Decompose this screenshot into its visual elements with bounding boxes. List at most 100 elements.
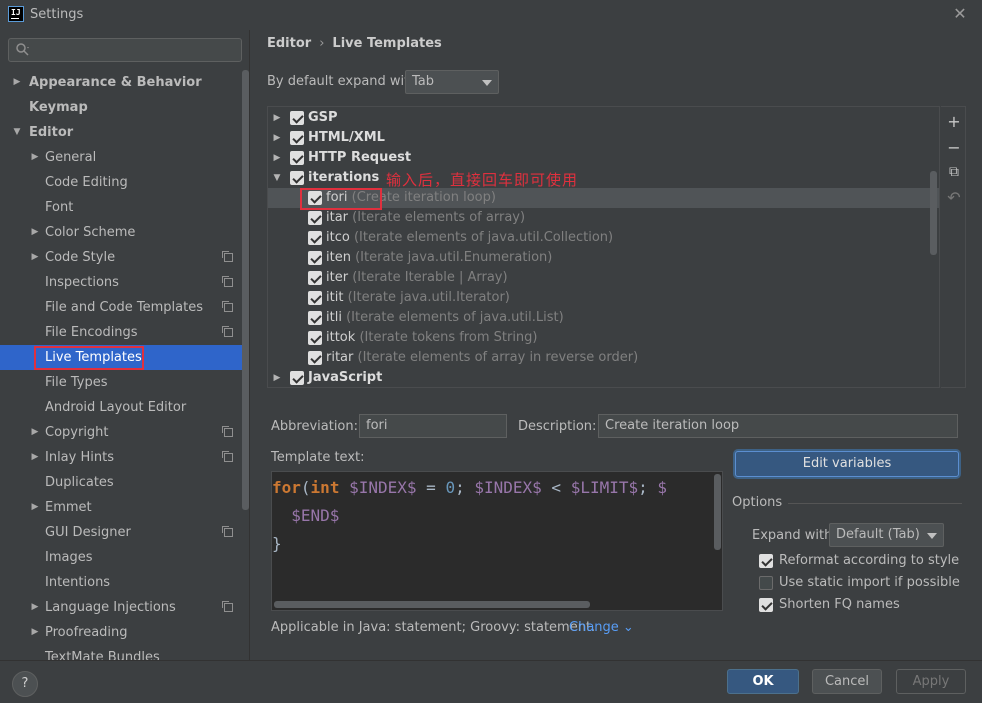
template-item-ittok[interactable]: ittok (Iterate tokens from String)	[268, 328, 939, 348]
checkbox-icon[interactable]	[308, 251, 322, 265]
sidebar-item-editor[interactable]: ▼ Editor	[0, 120, 249, 145]
template-name: GSP	[308, 110, 338, 125]
chevron-right-icon[interactable]: ▶	[30, 245, 40, 270]
checkbox-icon[interactable]	[290, 151, 304, 165]
template-group-iterations[interactable]: ▼ iterations	[268, 168, 939, 188]
sidebar-item-emmet[interactable]: ▶ Emmet	[0, 495, 249, 520]
breadcrumb-parent[interactable]: Editor	[267, 36, 311, 51]
checkbox-icon[interactable]	[308, 271, 322, 285]
checkbox-icon[interactable]	[308, 351, 322, 365]
change-context-link[interactable]: Change ⌄	[569, 620, 634, 635]
sidebar-item-duplicates[interactable]: Duplicates	[0, 470, 249, 495]
search-input[interactable]	[8, 38, 242, 62]
expand-default-dropdown[interactable]: Tab	[405, 70, 499, 94]
chevron-right-icon[interactable]: ▶	[30, 220, 40, 245]
sidebar-item-file-and-code-templates[interactable]: File and Code Templates	[0, 295, 249, 320]
close-button[interactable]: ✕	[950, 4, 970, 24]
chevron-right-icon[interactable]: ▶	[30, 620, 40, 645]
chevron-right-icon[interactable]: ▶	[30, 595, 40, 620]
checkbox-icon[interactable]	[290, 171, 304, 185]
chevron-down-icon[interactable]: ▼	[12, 120, 22, 145]
chevron-right-icon[interactable]: ▶	[30, 495, 40, 520]
abbreviation-field[interactable]: fori	[359, 414, 507, 438]
sidebar-item-intentions[interactable]: Intentions	[0, 570, 249, 595]
template-item-ritar[interactable]: ritar (Iterate elements of array in reve…	[268, 348, 939, 368]
checkbox-icon[interactable]	[290, 111, 304, 125]
chevron-right-icon[interactable]: ▶	[272, 108, 282, 128]
chevron-right-icon[interactable]: ▶	[272, 368, 282, 387]
sidebar-item-label: Editor	[29, 125, 74, 140]
checkbox-icon[interactable]	[308, 331, 322, 345]
sidebar-item-label: File and Code Templates	[45, 300, 203, 315]
checkbox-icon[interactable]	[759, 576, 773, 590]
checkbox-icon[interactable]	[308, 311, 322, 325]
sidebar-item-general[interactable]: ▶ General	[0, 145, 249, 170]
editor-horizontal-scrollbar[interactable]	[274, 601, 590, 608]
sidebar-item-keymap[interactable]: Keymap	[0, 95, 249, 120]
sidebar-item-language-injections[interactable]: ▶ Language Injections	[0, 595, 249, 620]
template-item-itar[interactable]: itar (Iterate elements of array)	[268, 208, 939, 228]
sidebar-scrollbar[interactable]	[242, 70, 249, 510]
sidebar-item-android-layout-editor[interactable]: Android Layout Editor	[0, 395, 249, 420]
editor-vertical-scrollbar[interactable]	[714, 474, 721, 550]
template-group-javascript[interactable]: ▶ JavaScript	[268, 368, 939, 387]
sidebar-item-inlay-hints[interactable]: ▶ Inlay Hints	[0, 445, 249, 470]
chevron-right-icon[interactable]: ▶	[30, 420, 40, 445]
checkbox-icon[interactable]	[759, 554, 773, 568]
chevron-right-icon[interactable]: ▶	[30, 445, 40, 470]
edit-variables-button[interactable]: Edit variables	[735, 451, 959, 477]
template-item-iter[interactable]: iter (Iterate Iterable | Array)	[268, 268, 939, 288]
ok-button[interactable]: OK	[727, 669, 799, 694]
sidebar-item-code-editing[interactable]: Code Editing	[0, 170, 249, 195]
checkbox-icon[interactable]	[308, 211, 322, 225]
checkbox-icon[interactable]	[290, 131, 304, 145]
copy-icon[interactable]: ⧉	[945, 163, 963, 181]
window-title: Settings	[30, 7, 84, 22]
add-icon[interactable]: +	[945, 113, 963, 131]
expand-with-value: Default (Tab)	[836, 527, 920, 542]
project-level-icon	[222, 526, 233, 537]
template-text-editor[interactable]: for(int $INDEX$ = 0; $INDEX$ < $LIMIT$; …	[271, 471, 723, 611]
restore-icon[interactable]: ↶	[945, 189, 963, 207]
template-description: (Iterate elements of java.util.List)	[346, 310, 564, 325]
sidebar-item-file-encodings[interactable]: File Encodings	[0, 320, 249, 345]
help-button[interactable]: ?	[12, 671, 38, 697]
apply-button[interactable]: Apply	[896, 669, 966, 694]
chevron-right-icon[interactable]: ▶	[272, 128, 282, 148]
sidebar-item-gui-designer[interactable]: GUI Designer	[0, 520, 249, 545]
sidebar-item-appearance-behavior[interactable]: ▶ Appearance & Behavior	[0, 70, 249, 95]
sidebar-item-inspections[interactable]: Inspections	[0, 270, 249, 295]
chevron-down-icon[interactable]: ▼	[272, 168, 282, 188]
sidebar-item-code-style[interactable]: ▶ Code Style	[0, 245, 249, 270]
template-item-itco[interactable]: itco (Iterate elements of java.util.Coll…	[268, 228, 939, 248]
expand-with-dropdown[interactable]: Default (Tab)	[829, 523, 944, 547]
template-item-itit[interactable]: itit (Iterate java.util.Iterator)	[268, 288, 939, 308]
template-item-iten[interactable]: iten (Iterate java.util.Enumeration)	[268, 248, 939, 268]
checkbox-icon[interactable]	[308, 231, 322, 245]
cancel-button[interactable]: Cancel	[812, 669, 882, 694]
template-item-itli[interactable]: itli (Iterate elements of java.util.List…	[268, 308, 939, 328]
sidebar-item-font[interactable]: Font	[0, 195, 249, 220]
sidebar-item-label: Copyright	[45, 425, 109, 440]
sidebar-item-color-scheme[interactable]: ▶ Color Scheme	[0, 220, 249, 245]
sidebar-item-images[interactable]: Images	[0, 545, 249, 570]
description-field[interactable]: Create iteration loop	[598, 414, 958, 438]
templates-scrollbar[interactable]	[930, 171, 937, 255]
sidebar-item-file-types[interactable]: File Types	[0, 370, 249, 395]
chevron-right-icon[interactable]: ▶	[12, 70, 22, 95]
template-group-gsp[interactable]: ▶ GSP	[268, 108, 939, 128]
template-group-http-request[interactable]: ▶ HTTP Request	[268, 148, 939, 168]
template-label: HTML/XML	[308, 128, 385, 148]
remove-icon[interactable]: −	[945, 139, 963, 157]
sidebar-item-proofreading[interactable]: ▶ Proofreading	[0, 620, 249, 645]
checkbox-icon[interactable]	[290, 371, 304, 385]
chevron-right-icon[interactable]: ▶	[272, 148, 282, 168]
sidebar-item-live-templates[interactable]: Live Templates	[0, 345, 249, 370]
sidebar-item-textmate-bundles[interactable]: TextMate Bundles	[0, 645, 249, 660]
checkbox-icon[interactable]	[308, 291, 322, 305]
chevron-right-icon[interactable]: ▶	[30, 145, 40, 170]
sidebar-item-copyright[interactable]: ▶ Copyright	[0, 420, 249, 445]
template-name: itar	[326, 210, 349, 225]
checkbox-icon[interactable]	[759, 598, 773, 612]
template-group-html-xml[interactable]: ▶ HTML/XML	[268, 128, 939, 148]
